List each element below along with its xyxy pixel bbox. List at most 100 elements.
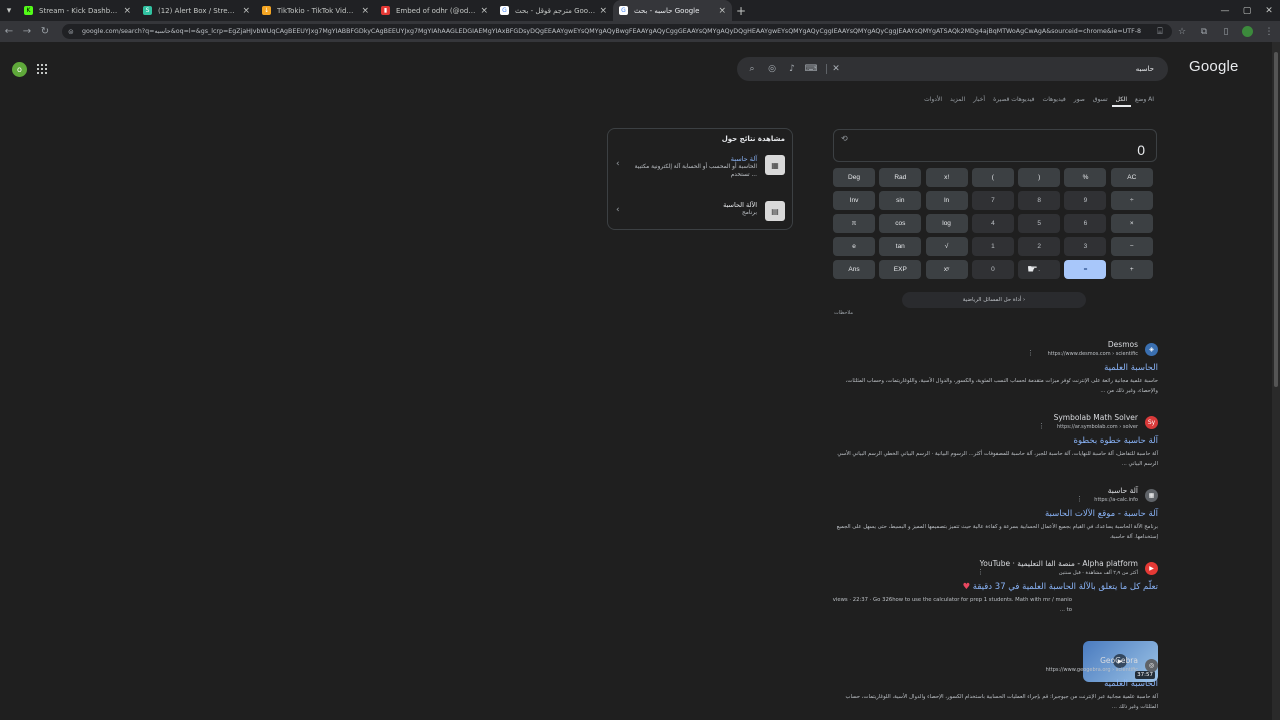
calc-key-2-0[interactable]: π	[833, 214, 875, 233]
result-site-name[interactable]: Desmos	[1108, 340, 1138, 349]
filter-more[interactable]: المزيد	[946, 96, 969, 107]
math-solver-button[interactable]: أداة حل المسائل الرياضية ›	[902, 292, 1086, 308]
calc-key-2-3[interactable]: 4	[971, 214, 1014, 233]
calc-key-4-2[interactable]: xʸ	[925, 260, 968, 279]
related-item[interactable]: ▤ الآلة الحاسبة برنامج ‹	[616, 201, 785, 221]
calc-key-0-5[interactable]: %	[1064, 168, 1107, 187]
browser-tab-google-calculator[interactable]: G حاسبه - بحث Google ×	[613, 0, 732, 21]
feedback-link[interactable]: ملاحظات	[834, 310, 853, 316]
calc-key-1-2[interactable]: ln	[925, 191, 968, 210]
calc-key-0-4[interactable]: )	[1018, 168, 1061, 187]
calc-key-1-0[interactable]: Inv	[833, 191, 875, 210]
result-site-name[interactable]: آلة حاسبة	[1108, 486, 1138, 495]
search-input[interactable]: حاسبه	[1136, 65, 1154, 73]
result-url[interactable]: https://www.geogebra.org › scientific	[1046, 667, 1138, 673]
forward-arrow-icon[interactable]: →	[18, 21, 36, 42]
close-icon[interactable]: ×	[361, 6, 369, 16]
calc-key-2-2[interactable]: log	[925, 214, 968, 233]
browser-tab-tiktokio[interactable]: ↓ TikTokio - TikTok Video Downlo ×	[256, 0, 375, 21]
tab-search-icon[interactable]: ▾	[0, 0, 18, 21]
more-options-icon[interactable]: ⋮	[1038, 422, 1045, 430]
calc-key-1-3[interactable]: 7	[971, 191, 1014, 210]
search-box[interactable]: ⌕ ◎ ♪ ⌨ ✕ حاسبه	[737, 57, 1168, 81]
translate-icon[interactable]: ⌸	[1149, 21, 1171, 42]
page-scrollbar[interactable]	[1272, 42, 1280, 720]
filter-ai-mode[interactable]: وضع AI	[1131, 96, 1158, 107]
calc-key-4-3[interactable]: 0	[971, 260, 1014, 279]
calc-key-1-5[interactable]: 9	[1064, 191, 1107, 210]
site-info-icon[interactable]: ⊜	[68, 28, 76, 36]
back-arrow-icon[interactable]: ←	[0, 21, 18, 42]
menu-dots-icon[interactable]: ⋮	[1258, 21, 1280, 42]
calc-key-2-6[interactable]: ×	[1110, 214, 1153, 233]
side-panel-icon[interactable]: ▯	[1215, 21, 1237, 42]
address-bar[interactable]: ⊜ google.com/search?q=حاسبه&oq=l=&gs_lcr…	[62, 24, 1172, 39]
result-title[interactable]: آلة حاسبة - موقع الآلات الحاسبة	[830, 509, 1158, 519]
browser-tab-kick[interactable]: K Stream - Kick Dashboard ×	[18, 0, 137, 21]
filter-shopping[interactable]: تسوق	[1089, 96, 1112, 107]
profile-avatar[interactable]	[1242, 26, 1253, 37]
calc-key-1-6[interactable]: ÷	[1110, 191, 1153, 210]
calc-key-2-5[interactable]: 6	[1064, 214, 1107, 233]
result-site-name[interactable]: Symbolab Math Solver	[1054, 413, 1138, 422]
browser-tab-google-translate[interactable]: G مترجم قوقل - بحث Google ×	[494, 0, 613, 21]
calc-key-3-1[interactable]: tan	[879, 237, 922, 256]
account-avatar[interactable]: o	[12, 62, 27, 77]
clear-icon[interactable]: ✕	[830, 63, 842, 75]
result-site-name[interactable]: YouTube · منصة الفا التعليمية - Alpha pl…	[980, 559, 1138, 568]
reload-icon[interactable]: ↻	[36, 21, 54, 42]
extensions-icon[interactable]: ⧉	[1193, 21, 1215, 42]
result-url[interactable]: https://ar.symbolab.com › solver	[1057, 424, 1138, 430]
related-item[interactable]: ▦ آلة حاسبة الحاسبة أو المحسب أو الحسابة…	[616, 155, 785, 179]
result-title[interactable]: تعلّم كل ما يتعلق بالآلة الحاسبة العلمية…	[973, 582, 1158, 592]
calc-key-1-4[interactable]: 8	[1018, 191, 1061, 210]
close-icon[interactable]: ×	[480, 6, 488, 16]
scrollbar-thumb[interactable]	[1274, 52, 1278, 387]
result-title[interactable]: آلة حاسبة خطوة بخطوة	[830, 436, 1158, 446]
calc-key-4-1[interactable]: EXP	[879, 260, 922, 279]
filter-all[interactable]: الكل	[1111, 96, 1132, 107]
filter-news[interactable]: أخبار	[969, 96, 989, 107]
filter-short-videos[interactable]: فيديوهات قصيرة	[989, 96, 1038, 107]
browser-tab-streamlabs[interactable]: S (12) Alert Box / Streamlabs ×	[137, 0, 256, 21]
calc-key-2-1[interactable]: cos	[879, 214, 922, 233]
search-icon[interactable]: ⌕	[746, 63, 758, 75]
bookmark-star-icon[interactable]: ☆	[1171, 21, 1193, 42]
calc-key-1-1[interactable]: sin	[879, 191, 922, 210]
browser-tab-embed[interactable]: ▮ Embed of odhr (@odhr) Realti ×	[375, 0, 494, 21]
calc-key-3-0[interactable]: e	[833, 237, 875, 256]
mic-icon[interactable]: ♪	[786, 63, 798, 75]
calc-key-4-6[interactable]: +	[1110, 260, 1153, 279]
result-site-name[interactable]: GeoGebra	[1100, 656, 1138, 665]
maximize-icon[interactable]: ▢	[1236, 0, 1258, 21]
result-url[interactable]: https://a-calc.info	[1094, 497, 1138, 503]
minimize-icon[interactable]: —	[1214, 0, 1236, 21]
more-options-icon[interactable]: ⋮	[1076, 495, 1083, 503]
close-window-icon[interactable]: ✕	[1258, 0, 1280, 21]
calc-key-0-1[interactable]: Rad	[879, 168, 922, 187]
google-logo[interactable]: Google	[1189, 58, 1239, 75]
calc-key-0-6[interactable]: AC	[1110, 168, 1153, 187]
result-title[interactable]: الحاسبة العلمية	[830, 363, 1158, 373]
calc-key-0-3[interactable]: (	[971, 168, 1014, 187]
calc-key-4-5[interactable]: =	[1064, 260, 1107, 279]
calc-key-0-2[interactable]: x!	[925, 168, 968, 187]
calc-key-3-3[interactable]: 1	[971, 237, 1014, 256]
filter-tools[interactable]: الأدوات	[920, 96, 946, 107]
close-icon[interactable]: ×	[123, 6, 131, 16]
calc-key-3-6[interactable]: −	[1110, 237, 1153, 256]
result-url[interactable]: https://www.desmos.com › scientific	[1048, 351, 1138, 357]
result-title[interactable]: الحاسبة العلمية	[830, 679, 1158, 689]
calc-key-0-0[interactable]: Deg	[833, 168, 875, 187]
filter-videos[interactable]: فيديوهات	[1039, 96, 1070, 107]
calc-key-4-4[interactable]: .	[1018, 260, 1061, 279]
history-icon[interactable]: ⟲	[841, 134, 848, 143]
more-options-icon[interactable]: ⋮	[977, 568, 984, 576]
keyboard-icon[interactable]: ⌨	[805, 63, 818, 75]
calc-key-3-2[interactable]: √	[925, 237, 968, 256]
close-icon[interactable]: ×	[242, 6, 250, 16]
google-apps-icon[interactable]	[36, 63, 48, 75]
filter-images[interactable]: صور	[1070, 96, 1089, 107]
calc-key-3-4[interactable]: 2	[1018, 237, 1061, 256]
calc-key-2-4[interactable]: 5	[1018, 214, 1061, 233]
